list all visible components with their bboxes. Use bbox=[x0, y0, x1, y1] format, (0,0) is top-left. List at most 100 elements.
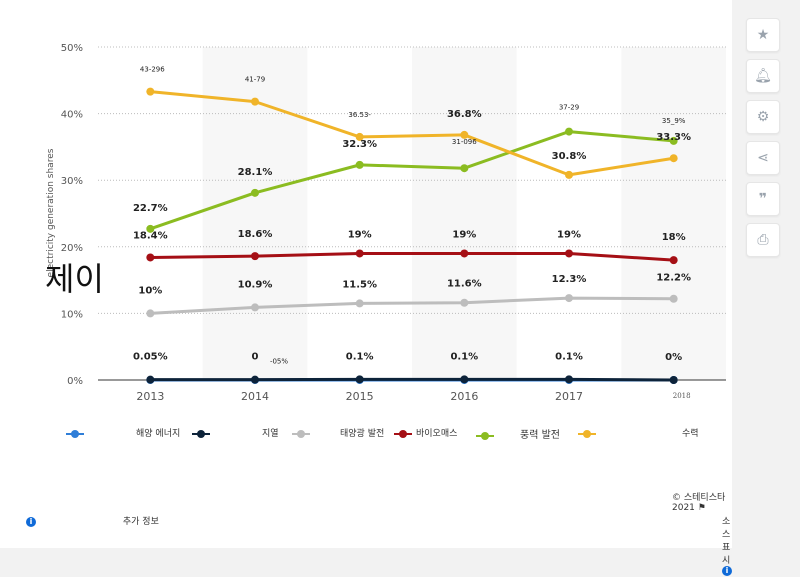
data-point bbox=[460, 375, 469, 384]
data-point bbox=[251, 375, 259, 384]
data-point bbox=[146, 309, 155, 318]
data-label: 31-096 bbox=[452, 138, 477, 146]
data-label: 11.5% bbox=[342, 279, 377, 290]
overlay-text: 제이 bbox=[45, 260, 104, 298]
legend-item-geothermal[interactable]: 지열 bbox=[192, 426, 279, 439]
data-label: 36.8% bbox=[447, 109, 482, 120]
x-tick-label: 2017 bbox=[555, 390, 583, 403]
data-label: 19% bbox=[557, 229, 581, 240]
legend-item-biomass[interactable]: 바이오매스 bbox=[394, 426, 457, 439]
line-chart: 0%10%20%30%40%50%electricity generation … bbox=[46, 43, 726, 403]
data-label: 0.1% bbox=[346, 351, 374, 362]
share-icon: ⋖ bbox=[757, 150, 769, 166]
copyright[interactable]: © 스테티스타 2021 ⚑ bbox=[672, 490, 732, 513]
data-label: -05% bbox=[270, 358, 288, 366]
chart-card: 0% 10% 20% 30% 40% 50% electricity generation … bbox=[0, 0, 732, 576]
chart-legend: 해양 에너지 지열 태양광 발전 바이오매스 풍력 발전 수력 bbox=[0, 426, 732, 446]
data-label: 28.1% bbox=[238, 167, 273, 178]
y-tick-label: 10% bbox=[61, 309, 83, 320]
show-source-link[interactable]: 소스 표시 i bbox=[722, 514, 732, 577]
x-tick-label: 2014 bbox=[241, 390, 269, 403]
flag-icon: ⚑ bbox=[697, 503, 706, 513]
data-label: 0.05% bbox=[133, 352, 168, 363]
data-point bbox=[460, 298, 469, 307]
legend-item-solar[interactable]: 태양광 발전 bbox=[292, 426, 384, 439]
data-label: 0.1% bbox=[450, 351, 478, 362]
data-point bbox=[565, 170, 573, 179]
data-label: 41-79 bbox=[245, 76, 265, 84]
y-tick-label: 40% bbox=[61, 110, 83, 121]
printer-icon: ⎙ bbox=[757, 232, 769, 248]
x-tick-label: 2013 bbox=[136, 390, 164, 403]
settings-button[interactable]: ⚙ bbox=[746, 100, 780, 134]
data-label: 0.1% bbox=[555, 351, 583, 362]
data-point bbox=[669, 154, 678, 163]
data-label: 0 bbox=[252, 352, 259, 363]
data-point bbox=[669, 376, 678, 384]
data-point bbox=[251, 252, 259, 261]
sidebar-toolbar: ★ 🔔︎ ⚙ ⋖ ❞ ⎙ bbox=[746, 18, 782, 264]
series-line bbox=[150, 377, 674, 382]
data-label: 0% bbox=[665, 352, 682, 363]
legend-item-hydro[interactable]: 수력 bbox=[578, 426, 699, 439]
data-label: 19% bbox=[348, 229, 372, 240]
y-tick-label: 0% bbox=[67, 376, 83, 387]
data-label: 11.6% bbox=[447, 279, 482, 290]
legend-swatch-wind bbox=[476, 431, 494, 440]
data-point bbox=[460, 164, 469, 173]
data-point bbox=[146, 375, 155, 384]
data-label: 32.3% bbox=[342, 139, 377, 150]
x-tick-label: 2018 bbox=[673, 392, 691, 400]
data-point bbox=[565, 375, 573, 384]
data-label: 18.4% bbox=[133, 230, 168, 241]
data-point bbox=[355, 299, 364, 308]
star-icon: ★ bbox=[756, 27, 770, 43]
print-button[interactable]: ⎙ bbox=[746, 223, 780, 257]
data-label: 37-29 bbox=[559, 104, 579, 112]
legend-swatch-geothermal bbox=[192, 429, 210, 438]
legend-swatch-ocean bbox=[66, 429, 84, 438]
legend-swatch-hydro bbox=[578, 429, 596, 438]
y-tick-label: 50% bbox=[61, 43, 83, 54]
data-point bbox=[251, 97, 259, 106]
quote-icon: ❞ bbox=[758, 191, 768, 207]
data-point bbox=[669, 256, 678, 265]
legend-item-wind[interactable]: 풍력 발전 bbox=[476, 426, 560, 441]
data-label: 22.7% bbox=[133, 203, 168, 214]
notification-button[interactable]: 🔔︎ bbox=[746, 59, 780, 93]
data-point bbox=[251, 303, 259, 312]
data-point bbox=[565, 249, 573, 258]
data-point bbox=[355, 160, 364, 169]
data-point bbox=[146, 87, 155, 96]
favorite-button[interactable]: ★ bbox=[746, 18, 780, 52]
data-point bbox=[355, 249, 364, 258]
cite-button[interactable]: ❞ bbox=[746, 182, 780, 216]
column-band bbox=[412, 47, 517, 380]
gear-icon: ⚙ bbox=[756, 109, 770, 125]
column-band bbox=[621, 47, 726, 380]
data-label: 10% bbox=[138, 285, 162, 296]
data-point bbox=[565, 127, 573, 136]
copyright-icon: © bbox=[672, 493, 681, 503]
bell-icon: 🔔︎ bbox=[754, 68, 772, 84]
data-label: 33.3% bbox=[656, 132, 691, 143]
data-label: 36.53- bbox=[348, 111, 371, 119]
data-label: 18.6% bbox=[238, 229, 273, 240]
more-info-link[interactable]: i 추가 정보 bbox=[26, 514, 159, 527]
data-point bbox=[669, 294, 678, 303]
data-label: 12.3% bbox=[552, 274, 587, 285]
info-icon: i bbox=[722, 566, 732, 576]
legend-swatch-biomass bbox=[394, 429, 412, 438]
legend-swatch-solar bbox=[292, 429, 310, 438]
y-tick-label: 20% bbox=[61, 243, 83, 254]
data-point bbox=[146, 253, 155, 262]
data-label: 10.9% bbox=[238, 279, 273, 290]
data-point bbox=[251, 188, 259, 197]
share-button[interactable]: ⋖ bbox=[746, 141, 780, 175]
x-tick-label: 2016 bbox=[450, 390, 478, 403]
data-label: 35_9% bbox=[662, 117, 686, 125]
data-label: 30.8% bbox=[552, 151, 587, 162]
data-point bbox=[565, 294, 573, 303]
data-point bbox=[460, 249, 469, 258]
legend-item-ocean[interactable]: 해양 에너지 bbox=[66, 426, 180, 439]
